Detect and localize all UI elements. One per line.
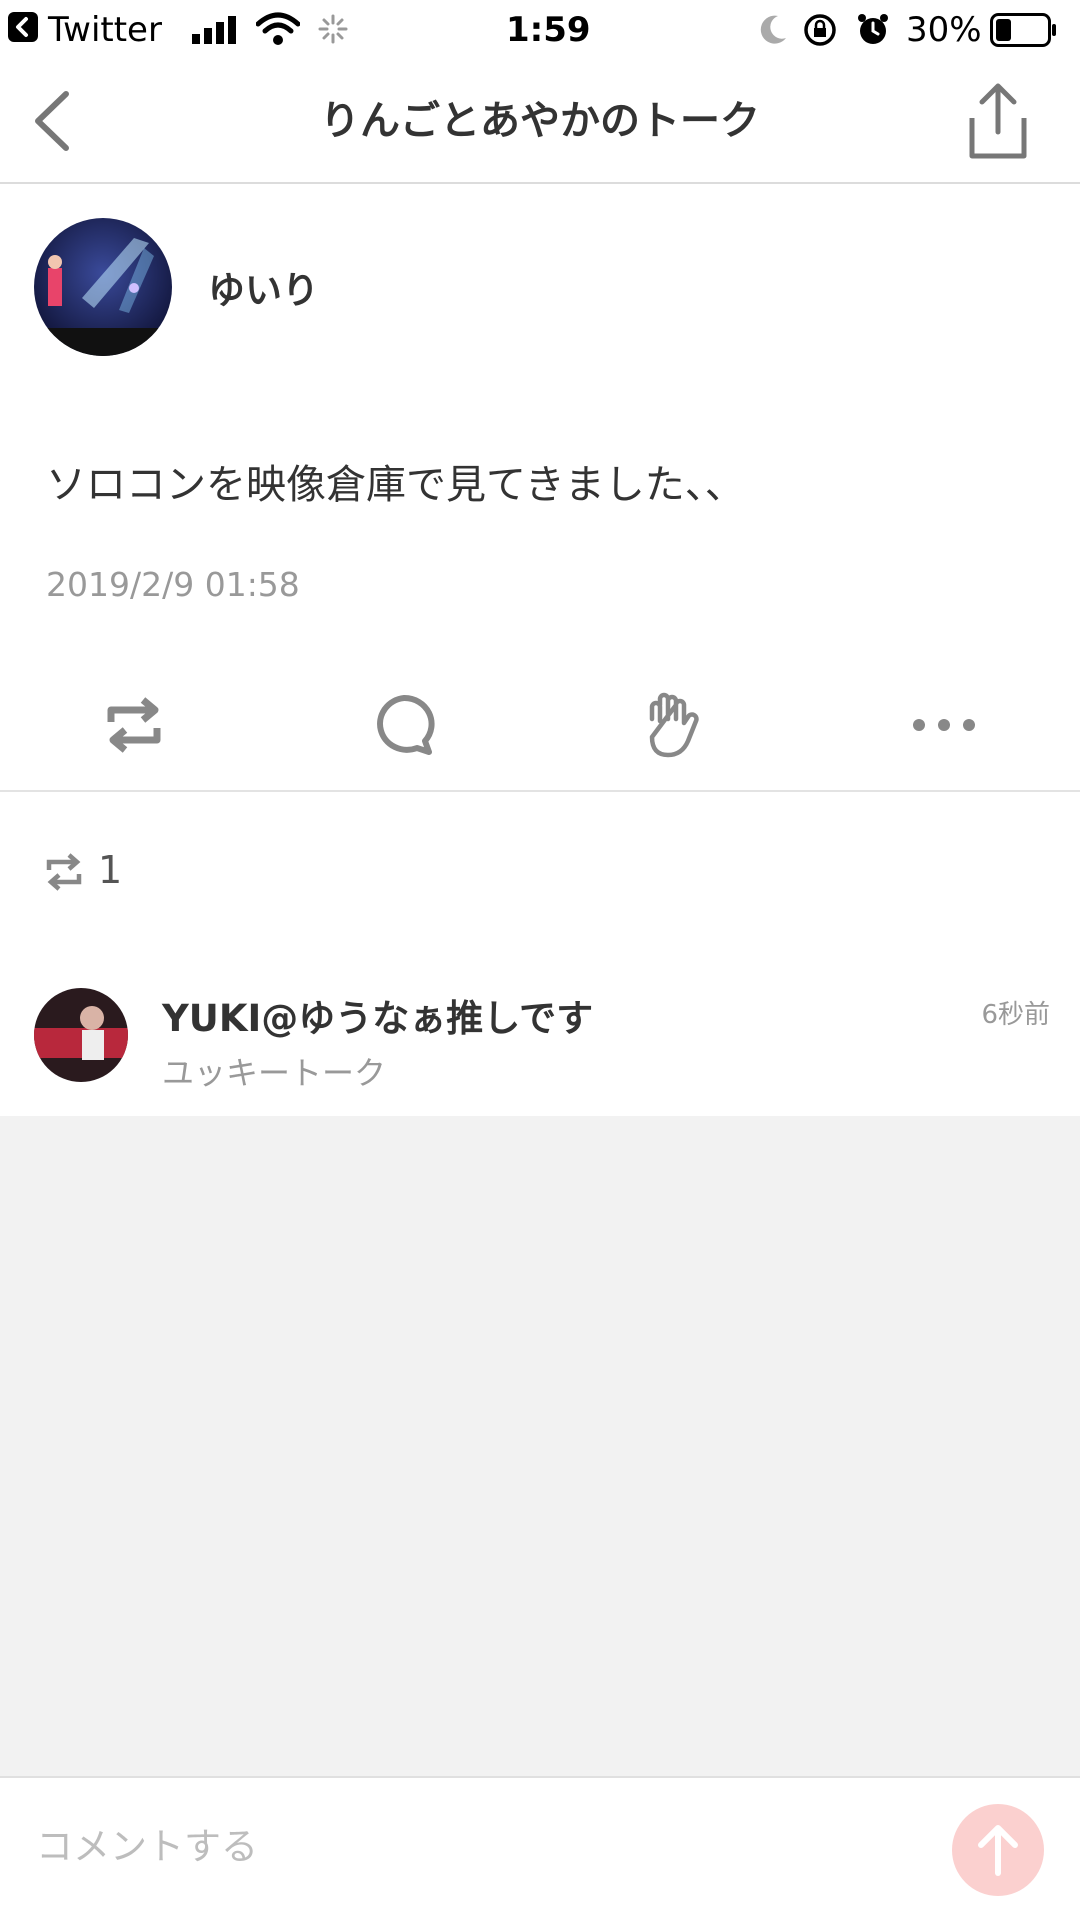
clap-hand-icon	[649, 692, 699, 758]
back-app-label[interactable]: Twitter	[48, 0, 162, 60]
comment-input[interactable]	[34, 1815, 738, 1877]
post-timestamp: 2019/2/9 01:58	[46, 565, 300, 604]
rotation-lock-icon	[802, 12, 838, 52]
arrow-up-icon	[978, 1825, 1018, 1876]
page-title: りんごとあやかのトーク	[320, 98, 760, 144]
author-name[interactable]: ゆいり	[208, 260, 319, 314]
reposter-group[interactable]: ユッキートーク	[162, 1048, 386, 1094]
signal-icon	[192, 16, 238, 48]
wifi-icon	[255, 12, 301, 50]
empty-area	[0, 1116, 1080, 1776]
share-button[interactable]	[960, 82, 1036, 162]
repost-time: 6秒前	[981, 1000, 1050, 1030]
applause-button[interactable]	[614, 670, 734, 780]
back-to-app-icon[interactable]	[8, 12, 38, 42]
action-bar	[0, 660, 1080, 792]
repost-button[interactable]	[74, 670, 194, 780]
repost-icon	[107, 697, 161, 753]
back-button[interactable]	[24, 88, 84, 154]
battery-icon	[990, 13, 1058, 51]
repost-count-icon	[44, 844, 84, 904]
speech-bubble-icon	[377, 694, 435, 755]
more-button[interactable]	[884, 670, 1004, 780]
send-button[interactable]	[952, 1804, 1044, 1896]
share-icon	[969, 83, 1027, 159]
alarm-icon	[856, 12, 890, 52]
chevron-left-icon	[35, 91, 69, 151]
reposter-name[interactable]: YUKI@ゆうなぁ推しです	[162, 988, 593, 1042]
author-avatar[interactable]	[34, 218, 172, 356]
reposter-avatar[interactable]	[34, 988, 128, 1082]
status-bar: Twitter 1:59 30%	[0, 0, 1080, 60]
more-dots-icon	[913, 719, 975, 731]
comment-button[interactable]	[344, 670, 464, 780]
repost-count[interactable]: 1	[98, 848, 122, 892]
moon-icon	[758, 14, 788, 50]
activity-spinner-icon	[318, 14, 348, 48]
clock: 1:59	[506, 10, 591, 50]
post-body: ソロコンを映像倉庫で見てきました、、	[46, 462, 745, 508]
battery-percent: 30%	[906, 10, 982, 50]
nav-bar: りんごとあやかのトーク	[0, 60, 1080, 184]
